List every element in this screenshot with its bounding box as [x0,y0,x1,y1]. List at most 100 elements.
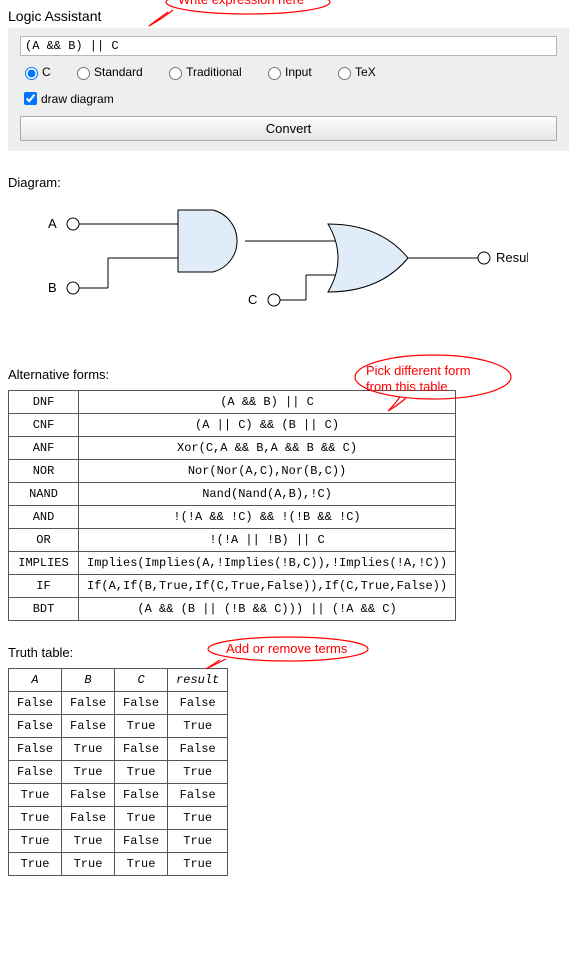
table-row[interactable]: ANFXor(C,A && B,A && B && C) [9,437,456,460]
alt-form-expr: Xor(C,A && B,A && B && C) [79,437,456,460]
notation-radio-c[interactable] [25,67,38,80]
draw-diagram-checkbox[interactable] [24,92,37,105]
notation-option-c[interactable]: C [20,64,51,80]
truth-cell: True [9,853,62,876]
alt-form-expr: (A && B) || C [79,391,456,414]
or-gate-icon [328,224,408,292]
diagram-input-a-label: A [48,216,57,231]
truth-cell: False [9,761,62,784]
notation-radio-tex[interactable] [338,67,351,80]
table-row[interactable]: NORNor(Nor(A,C),Nor(B,C)) [9,460,456,483]
truth-cell: True [9,830,62,853]
truth-cell: True [9,784,62,807]
alt-form-name: NAND [9,483,79,506]
table-row: TrueFalseFalseFalse [9,784,228,807]
logic-diagram: A B C Result [48,200,569,343]
notation-option-tex[interactable]: TeX [333,64,376,80]
alt-form-name: AND [9,506,79,529]
truth-cell: False [62,807,115,830]
logic-diagram-svg: A B C Result [48,200,528,340]
table-row[interactable]: OR!(!A || !B) || C [9,529,456,552]
table-row[interactable]: IFIf(A,If(B,True,If(C,True,False)),If(C,… [9,575,456,598]
alt-form-name: DNF [9,391,79,414]
alt-form-name: OR [9,529,79,552]
truth-cell: False [9,692,62,715]
expression-input[interactable] [20,36,557,56]
notation-label-standard: Standard [94,65,143,79]
truth-table[interactable]: ABCresult FalseFalseFalseFalseFalseFalse… [8,668,228,876]
truth-cell: True [115,807,168,830]
truth-cell: False [168,784,228,807]
notation-radio-traditional[interactable] [169,67,182,80]
app-title: Logic Assistant [8,8,569,24]
truth-cell: False [62,715,115,738]
alt-form-expr: !(!A || !B) || C [79,529,456,552]
truth-cell: False [62,692,115,715]
truth-cell: False [9,715,62,738]
notation-option-standard[interactable]: Standard [72,64,143,80]
notation-radio-input[interactable] [268,67,281,80]
truth-cell: False [168,738,228,761]
alt-form-name: NOR [9,460,79,483]
truth-cell: True [9,807,62,830]
alt-form-name: IF [9,575,79,598]
truth-cell: False [9,738,62,761]
truth-cell: True [168,715,228,738]
alt-form-expr: Implies(Implies(A,!Implies(!B,C)),!Impli… [79,552,456,575]
truth-cell: True [62,830,115,853]
alt-form-expr: If(A,If(B,True,If(C,True,False)),If(C,Tr… [79,575,456,598]
truth-cell: True [168,761,228,784]
input-panel: Write expression here C Standard Traditi… [8,28,569,151]
table-row[interactable]: BDT(A && (B || (!B && C))) || (!A && C) [9,598,456,621]
alt-forms-heading: Alternative forms: [8,367,569,382]
alt-form-name: CNF [9,414,79,437]
diagram-input-b-label: B [48,280,57,295]
alt-form-expr: Nand(Nand(A,B),!C) [79,483,456,506]
table-row: FalseFalseTrueTrue [9,715,228,738]
table-row[interactable]: NANDNand(Nand(A,B),!C) [9,483,456,506]
and-gate-icon [178,210,237,272]
draw-diagram-checkbox-label[interactable]: draw diagram [20,89,114,108]
notation-radio-standard[interactable] [77,67,90,80]
alt-form-name: BDT [9,598,79,621]
truth-col-header[interactable]: C [115,669,168,692]
table-row: TrueFalseTrueTrue [9,807,228,830]
notation-option-input[interactable]: Input [263,64,312,80]
truth-cell: True [168,807,228,830]
alt-form-name: ANF [9,437,79,460]
annotation-expr-text: Write expression here [178,0,304,7]
table-row: TrueTrueTrueTrue [9,853,228,876]
alt-form-expr: !(!A && !C) && !(!B && !C) [79,506,456,529]
truth-cell: True [115,761,168,784]
convert-button[interactable]: Convert [20,116,557,141]
draw-diagram-text: draw diagram [41,92,114,106]
truth-cell: True [115,853,168,876]
truth-cell: False [115,738,168,761]
table-row[interactable]: AND!(!A && !C) && !(!B && !C) [9,506,456,529]
diagram-input-c-label: C [248,292,257,307]
alt-form-expr: (A || C) && (B || C) [79,414,456,437]
diagram-output-label: Result [496,250,528,265]
table-row: FalseTrueTrueTrue [9,761,228,784]
alt-form-expr: Nor(Nor(A,C),Nor(B,C)) [79,460,456,483]
truth-col-header[interactable]: result [168,669,228,692]
notation-label-traditional: Traditional [186,65,242,79]
truth-cell: True [62,853,115,876]
table-row: FalseTrueFalseFalse [9,738,228,761]
notation-option-traditional[interactable]: Traditional [164,64,242,80]
truth-cell: False [115,692,168,715]
notation-label-input: Input [285,65,312,79]
truth-cell: True [62,738,115,761]
truth-table-heading: Truth table: [8,645,569,660]
truth-cell: False [62,784,115,807]
truth-cell: True [168,830,228,853]
table-row: FalseFalseFalseFalse [9,692,228,715]
truth-col-header[interactable]: A [9,669,62,692]
truth-cell: True [168,853,228,876]
truth-col-header[interactable]: B [62,669,115,692]
table-row[interactable]: IMPLIESImplies(Implies(A,!Implies(!B,C))… [9,552,456,575]
alt-forms-table[interactable]: DNF(A && B) || CCNF(A || C) && (B || C)A… [8,390,456,621]
truth-cell: True [62,761,115,784]
table-row[interactable]: CNF(A || C) && (B || C) [9,414,456,437]
table-row[interactable]: DNF(A && B) || C [9,391,456,414]
